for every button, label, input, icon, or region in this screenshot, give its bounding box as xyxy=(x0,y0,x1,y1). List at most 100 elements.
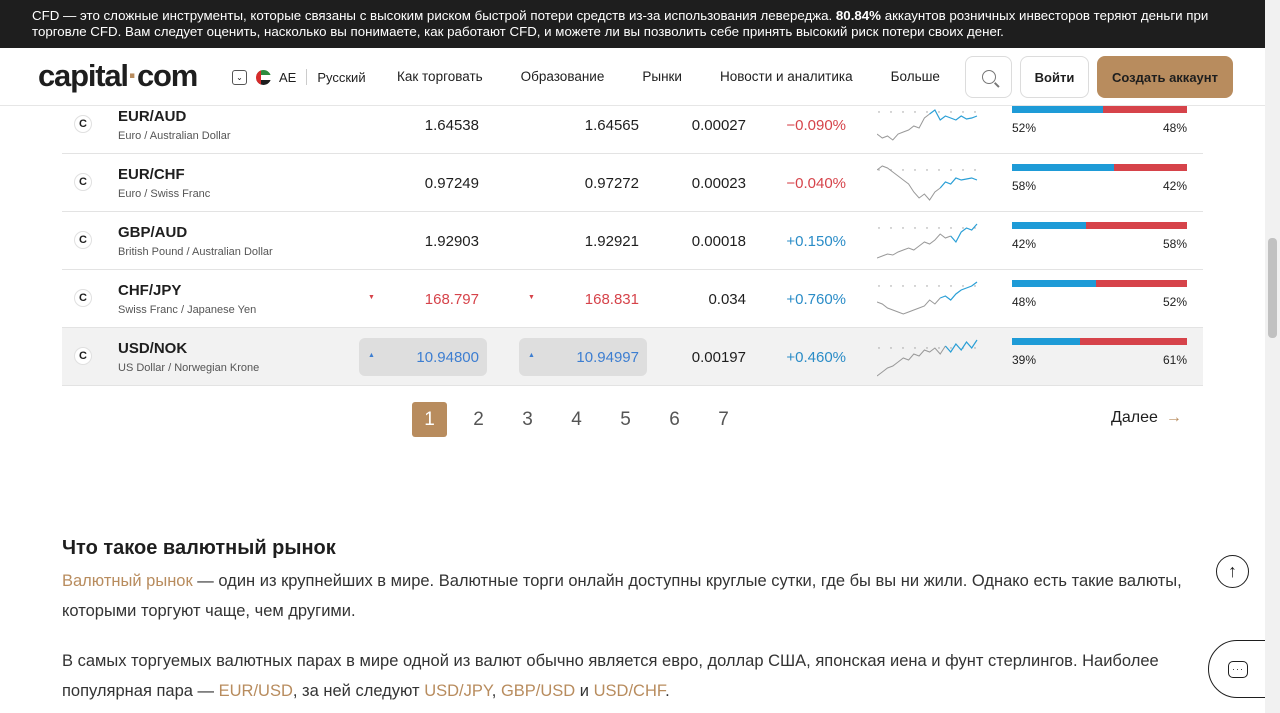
sparkline-recent xyxy=(950,223,978,244)
logo-dot: · xyxy=(127,58,138,93)
logo-main: capital xyxy=(38,58,129,93)
search-button[interactable] xyxy=(965,56,1012,98)
logo-tail: com xyxy=(136,58,198,93)
change-percent: +0.150% xyxy=(786,233,846,250)
instrument-symbol[interactable]: GBP/AUD xyxy=(118,224,187,241)
nav-how-to-trade[interactable]: Как торговать xyxy=(397,69,483,84)
risk-text-before: CFD — это сложные инструменты, которые с… xyxy=(32,8,836,23)
sparkline-dot xyxy=(926,111,928,113)
sparkline-dot xyxy=(962,169,964,171)
sparkline-chart xyxy=(877,281,978,315)
table-row[interactable]: C CHF/JPY Swiss Franc / Japanese Yen ▼ ▼… xyxy=(62,270,1203,328)
sparkline-dot xyxy=(950,111,952,113)
section-heading: Что такое валютный рынок xyxy=(62,537,336,559)
page-5-button[interactable]: 5 xyxy=(608,402,643,437)
p1-text: — один из крупнейших в мире. Валютные то… xyxy=(62,572,1182,620)
page-6-button[interactable]: 6 xyxy=(657,402,692,437)
instrument-symbol[interactable]: EUR/AUD xyxy=(118,108,186,125)
sparkline-dot xyxy=(890,227,892,229)
nav-news-analysis[interactable]: Новости и аналитика xyxy=(720,69,853,84)
page-3-button[interactable]: 3 xyxy=(510,402,545,437)
instrument-symbol[interactable]: USD/NOK xyxy=(118,340,187,357)
sell-price: 0.97249 xyxy=(424,175,479,192)
sparkline-dot xyxy=(878,227,880,229)
page-scrollbar[interactable] xyxy=(1265,0,1280,713)
region-language-selector[interactable]: ⌄ AE Русский xyxy=(232,68,366,86)
sellers-percent: 52% xyxy=(1162,295,1187,309)
change-percent: +0.760% xyxy=(786,291,846,308)
page-2-button[interactable]: 2 xyxy=(461,402,496,437)
sparkline-dot xyxy=(902,169,904,171)
sparkline-dot xyxy=(974,169,976,171)
sparkline-history xyxy=(877,113,930,141)
sparkline-dot xyxy=(902,111,904,113)
markets-table: C EUR/AUD Euro / Australian Dollar 1.645… xyxy=(62,96,1203,386)
sparkline-dot xyxy=(914,111,916,113)
table-row[interactable]: C EUR/AUD Euro / Australian Dollar 1.645… xyxy=(62,96,1203,154)
sell-price: 168.797 xyxy=(424,291,479,308)
spread-value: 0.00027 xyxy=(691,117,746,134)
login-button[interactable]: Войти xyxy=(1020,56,1089,98)
sparkline-recent xyxy=(939,177,978,189)
capital-com-logo[interactable]: capital·com xyxy=(38,58,198,94)
page-4-button[interactable]: 4 xyxy=(559,402,594,437)
arrow-right-icon: → xyxy=(1165,409,1182,426)
sellers-fill xyxy=(1096,280,1187,287)
next-page-link[interactable]: Далее → xyxy=(1111,409,1182,427)
nav-more[interactable]: Больше xyxy=(891,69,940,84)
change-percent: −0.090% xyxy=(786,117,846,134)
sell-price: 10.94800 xyxy=(416,349,479,366)
sparkline-history xyxy=(877,345,946,377)
article-paragraph-2: В самых торгуемых валютных парах в мире … xyxy=(62,646,1212,706)
table-row[interactable]: C GBP/AUD British Pound / Australian Dol… xyxy=(62,212,1203,270)
instrument-symbol[interactable]: CHF/JPY xyxy=(118,282,181,299)
scroll-to-top-button[interactable]: ↑ xyxy=(1216,555,1249,588)
buyers-fill xyxy=(1012,106,1103,113)
sellers-fill xyxy=(1103,106,1187,113)
sellers-fill xyxy=(1080,338,1187,345)
divider xyxy=(306,69,308,85)
sparkline-history xyxy=(877,297,941,315)
eurusd-link[interactable]: EUR/USD xyxy=(219,682,293,700)
chat-icon: ··· xyxy=(1228,660,1248,678)
caret-down-icon: ▼ xyxy=(528,294,535,301)
sparkline-dot xyxy=(890,111,892,113)
p2-mid: , за ней следуют xyxy=(292,682,425,700)
capital-com-icon: C xyxy=(74,115,92,133)
buy-price: 10.94997 xyxy=(576,349,639,366)
sparkline-dot xyxy=(878,111,880,113)
sparkline-dot xyxy=(938,347,940,349)
sell-price: 1.92903 xyxy=(424,233,479,250)
buyers-percent: 58% xyxy=(1012,179,1037,193)
client-sentiment-bar xyxy=(1012,164,1187,171)
sparkline-dot xyxy=(950,227,952,229)
sparkline-dot xyxy=(938,111,940,113)
p2-comma: , xyxy=(491,682,501,700)
instrument-symbol[interactable]: EUR/CHF xyxy=(118,166,185,183)
sparkline-dot xyxy=(938,285,940,287)
search-icon xyxy=(981,70,996,84)
chat-button[interactable]: ··· xyxy=(1208,640,1268,698)
create-account-button[interactable]: Создать аккаунт xyxy=(1097,56,1233,98)
sellers-percent: 58% xyxy=(1162,237,1187,251)
page-7-button[interactable]: 7 xyxy=(706,402,741,437)
risk-percent: 80.84% xyxy=(835,8,882,23)
forex-market-link[interactable]: Валютный рынок xyxy=(62,572,193,590)
scrollbar-thumb[interactable] xyxy=(1268,238,1277,338)
usdchf-link[interactable]: USD/CHF xyxy=(594,682,666,700)
nav-education[interactable]: Образование xyxy=(521,69,605,84)
table-row[interactable]: C USD/NOK US Dollar / Norwegian Krone ▲ … xyxy=(62,328,1203,386)
sparkline-dot xyxy=(974,347,976,349)
sparkline-dot xyxy=(926,227,928,229)
table-row[interactable]: C EUR/CHF Euro / Swiss Franc 0.97249 0.9… xyxy=(62,154,1203,212)
sparkline-dot xyxy=(974,111,976,113)
nav-markets[interactable]: Рынки xyxy=(642,69,682,84)
buyers-fill xyxy=(1012,338,1081,345)
buyers-percent: 39% xyxy=(1012,353,1037,367)
sparkline-history xyxy=(877,233,951,259)
usdjpy-link[interactable]: USD/JPY xyxy=(424,682,492,700)
capital-com-icon: C xyxy=(74,347,92,365)
gbpusd-link[interactable]: GBP/USD xyxy=(501,682,575,700)
buy-price: 1.64565 xyxy=(584,117,639,134)
page-1-button[interactable]: 1 xyxy=(412,402,447,437)
